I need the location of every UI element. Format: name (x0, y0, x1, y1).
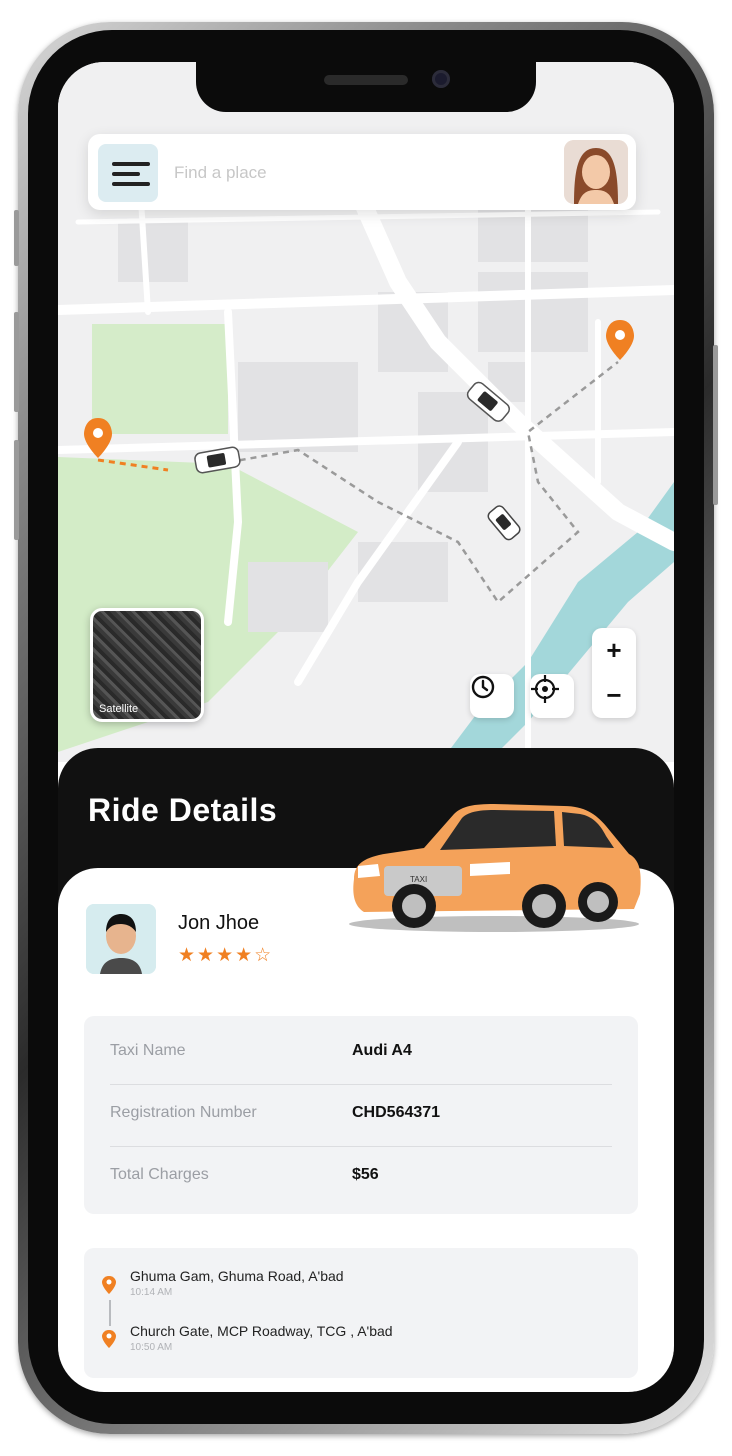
detail-row-taxi-name: Taxi Name Audi A4 (110, 1022, 612, 1085)
pickup-address: Ghuma Gam, Ghuma Road, A'bad (130, 1268, 344, 1284)
zoom-in-button[interactable]: + (592, 628, 636, 673)
ride-details-sheet: Ride Details TAXI Jon Jhoe ★★★★☆ Taxi Na… (58, 748, 674, 1392)
zoom-out-button[interactable]: − (592, 673, 636, 718)
clock-icon (471, 675, 495, 699)
detail-value: $56 (352, 1166, 379, 1183)
detail-label: Total Charges (110, 1166, 209, 1183)
ride-details-title: Ride Details (88, 792, 278, 828)
history-button[interactable] (470, 674, 514, 718)
driver-rating-stars: ★★★★☆ (178, 945, 274, 966)
driver-name: Jon Jhoe (178, 912, 260, 934)
menu-icon-line (112, 162, 150, 166)
pickup-stop: Ghuma Gam, Ghuma Road, A'bad 10:14 AM (130, 1268, 344, 1298)
zoom-control: + − (592, 628, 636, 718)
ride-details-body: Jon Jhoe ★★★★☆ Taxi Name Audi A4 Registr… (58, 868, 674, 1392)
detail-row-total-charges: Total Charges $56 (110, 1146, 612, 1208)
locate-me-button[interactable] (530, 674, 574, 718)
driver-avatar (86, 904, 156, 974)
detail-value: CHD564371 (352, 1104, 441, 1121)
power-button (713, 345, 718, 505)
drop-location-icon (102, 1330, 116, 1348)
map-view[interactable]: Satellite + − (58, 62, 674, 762)
detail-label: Taxi Name (110, 1042, 186, 1059)
volume-down-button (14, 440, 19, 540)
menu-icon-line (112, 182, 150, 186)
drop-stop: Church Gate, MCP Roadway, TCG , A'bad 10… (130, 1323, 393, 1353)
route-connector (109, 1300, 111, 1326)
detail-label: Registration Number (110, 1104, 257, 1121)
mute-switch (14, 210, 19, 266)
park-area (92, 324, 228, 434)
pickup-location-icon (102, 1276, 116, 1294)
menu-button[interactable] (98, 144, 158, 202)
satellite-toggle[interactable]: Satellite (90, 608, 204, 722)
speaker-grille (324, 75, 408, 85)
front-camera (432, 70, 450, 88)
volume-up-button (14, 312, 19, 412)
user-avatar-image (564, 140, 628, 204)
taxi-car-3 (487, 505, 521, 541)
phone-notch (196, 62, 536, 112)
drop-address: Church Gate, MCP Roadway, TCG , A'bad (130, 1323, 393, 1339)
taxi-car-image: TAXI (349, 804, 641, 932)
satellite-label: Satellite (99, 703, 139, 715)
search-input[interactable] (172, 156, 556, 190)
pickup-time: 10:14 AM (130, 1287, 173, 1298)
detail-row-registration: Registration Number CHD564371 (110, 1084, 612, 1147)
user-avatar[interactable] (564, 140, 628, 204)
menu-icon-line (112, 172, 140, 176)
crosshair-icon (531, 675, 559, 703)
app-screen: Satellite + − Ride Details (58, 62, 674, 1392)
route-card: Ghuma Gam, Ghuma Road, A'bad 10:14 AM Ch… (84, 1248, 638, 1378)
ride-info-card: Taxi Name Audi A4 Registration Number CH… (84, 1016, 638, 1214)
detail-value: Audi A4 (352, 1042, 412, 1059)
drop-time: 10:50 AM (130, 1342, 173, 1353)
car-badge: TAXI (410, 875, 427, 884)
destination-pin-icon (606, 320, 634, 360)
search-bar (88, 134, 636, 210)
driver-avatar-image (86, 904, 156, 974)
